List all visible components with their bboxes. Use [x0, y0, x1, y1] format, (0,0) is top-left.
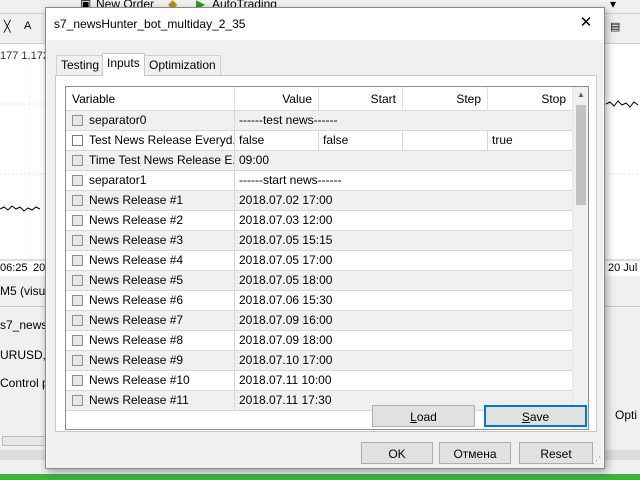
table-row[interactable]: News Release #7 2018.07.09 16:00 [66, 311, 573, 331]
value-cell[interactable]: 2018.07.11 10:00 [235, 371, 573, 391]
table-row[interactable]: Test News Release Everyd... false false tru… [66, 131, 573, 151]
value-cell[interactable]: 2018.07.02 17:00 [235, 191, 573, 211]
toolbar-more-icon[interactable]: ▾ [610, 0, 616, 11]
value-cell[interactable]: 2018.07.05 18:00 [235, 271, 573, 291]
tab-testing[interactable]: Testing [56, 55, 105, 75]
variable-cell: News Release #8 [66, 331, 235, 351]
value-cell[interactable]: 09:00 [235, 151, 573, 171]
column-header-start[interactable]: Start [319, 87, 403, 111]
table-row[interactable]: separator1 ------start news------ [66, 171, 573, 191]
save-label: ave [529, 410, 550, 424]
grid-header: Variable Value Start Step Stop [66, 87, 573, 111]
inputs-tab-pane: Variable Value Start Step Stop separator… [55, 75, 597, 432]
expert-properties-dialog: s7_newsHunter_bot_multiday_2_35 ✕ Testin… [45, 7, 605, 469]
table-row[interactable]: Time Test News Release E... 09:00 [66, 151, 573, 171]
dialog-title: s7_newsHunter_bot_multiday_2_35 [54, 17, 246, 31]
time-axis-right: 20 Jul 1 [608, 262, 640, 274]
save-button[interactable]: Save [484, 405, 587, 427]
value-cell[interactable]: ------test news------ [235, 111, 573, 131]
variable-cell: News Release #10 [66, 371, 235, 391]
table-row[interactable]: News Release #6 2018.07.06 15:30 [66, 291, 573, 311]
tab-optimization[interactable]: Optimization [144, 55, 221, 75]
optimization-checkbox-label: Opti [615, 408, 638, 422]
variable-cell: Test News Release Everyd... [66, 131, 235, 151]
value-cell[interactable]: 2018.07.06 15:30 [235, 291, 573, 311]
value-cell[interactable]: 2018.07.09 16:00 [235, 311, 573, 331]
table-row[interactable]: separator0 ------test news------ [66, 111, 573, 131]
column-header-value[interactable]: Value [235, 87, 319, 111]
progress-bar [2, 436, 46, 446]
ok-button[interactable]: OK [361, 442, 433, 464]
value-cell[interactable]: 2018.07.05 17:00 [235, 251, 573, 271]
value-cell[interactable]: ------start news------ [235, 171, 573, 191]
time-axis-left: 06:25 [0, 262, 28, 274]
value-cell[interactable]: 2018.07.05 15:15 [235, 231, 573, 251]
table-row[interactable]: News Release #1 2018.07.02 17:00 [66, 191, 573, 211]
value-cell[interactable]: false [235, 131, 319, 151]
table-row[interactable]: News Release #9 2018.07.10 17:00 [66, 351, 573, 371]
variable-cell: separator0 [66, 111, 235, 131]
tab-inputs[interactable]: Inputs [102, 53, 145, 76]
table-row[interactable]: News Release #3 2018.07.05 15:15 [66, 231, 573, 251]
variable-cell: News Release #7 [66, 311, 235, 331]
grid-scrollbar[interactable]: ▲ ▼ [572, 87, 588, 429]
grid-body: separator0 ------test news------ Test News… [66, 111, 573, 429]
value-cell[interactable]: 2018.07.09 18:00 [235, 331, 573, 351]
variable-cell: News Release #5 [66, 271, 235, 291]
variable-cell: News Release #3 [66, 231, 235, 251]
column-header-variable[interactable]: Variable [66, 87, 235, 111]
variable-cell: News Release #9 [66, 351, 235, 371]
load-label: oad [416, 410, 437, 424]
variable-cell: News Release #2 [66, 211, 235, 231]
column-header-stop[interactable]: Stop [488, 87, 573, 111]
variable-cell: separator1 [66, 171, 235, 191]
variable-cell: News Release #1 [66, 191, 235, 211]
step-cell[interactable] [403, 131, 488, 151]
scroll-up-icon[interactable]: ▲ [573, 87, 588, 103]
resize-grip-icon[interactable]: ⋰ [592, 455, 601, 466]
scroll-thumb[interactable] [576, 105, 586, 205]
reset-button[interactable]: Reset [519, 442, 593, 464]
value-cell[interactable]: 2018.07.10 17:00 [235, 351, 573, 371]
start-cell[interactable]: false [319, 131, 403, 151]
table-row[interactable]: News Release #4 2018.07.05 17:00 [66, 251, 573, 271]
stop-cell[interactable]: true [488, 131, 573, 151]
variable-cell: Time Test News Release E... [66, 151, 235, 171]
dialog-client: Testing Inputs Optimization Variable Val… [47, 40, 603, 468]
variable-cell: News Release #11 [66, 391, 235, 411]
table-row[interactable]: News Release #5 2018.07.05 18:00 [66, 271, 573, 291]
dialog-titlebar[interactable]: s7_newsHunter_bot_multiday_2_35 ✕ [46, 8, 604, 40]
time-axis-left-2: 20 [33, 262, 46, 274]
load-accel: L [410, 410, 417, 424]
value-cell[interactable]: 2018.07.03 12:00 [235, 211, 573, 231]
column-header-step[interactable]: Step [403, 87, 488, 111]
chart-tool-icon[interactable]: ╳ [4, 20, 11, 33]
table-row[interactable]: News Release #8 2018.07.09 18:00 [66, 331, 573, 351]
load-button[interactable]: Load [372, 405, 475, 427]
period-icon[interactable]: ▤ [610, 20, 620, 33]
close-icon[interactable]: ✕ [572, 12, 600, 34]
text-tool-icon[interactable]: A [24, 20, 31, 32]
symbol-label: URUSD, [0, 348, 47, 362]
variable-cell: News Release #4 [66, 251, 235, 271]
table-row[interactable]: News Release #10 2018.07.11 10:00 [66, 371, 573, 391]
cancel-button[interactable]: Отмена [439, 442, 511, 464]
variable-cell: News Release #6 [66, 291, 235, 311]
table-row[interactable]: News Release #2 2018.07.03 12:00 [66, 211, 573, 231]
save-accel: S [521, 410, 530, 424]
status-strip [0, 474, 640, 480]
inputs-grid: Variable Value Start Step Stop separator… [65, 86, 589, 430]
